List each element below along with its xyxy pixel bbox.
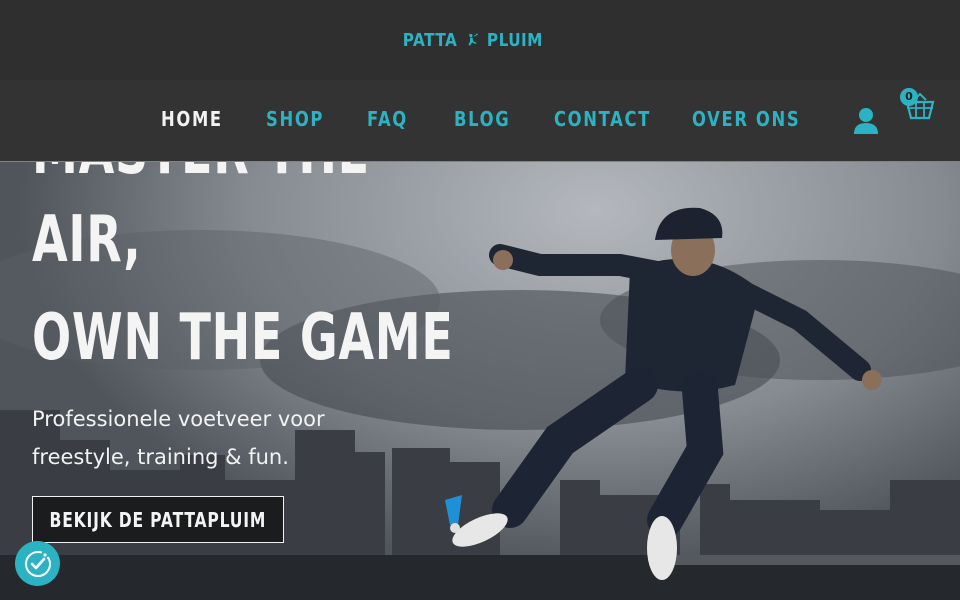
cta-button-label: BEKIJK DE PATTAPLUIM bbox=[49, 507, 267, 532]
nav-item-home[interactable]: HOME bbox=[161, 104, 223, 134]
logo-text-left: PATTA bbox=[402, 29, 458, 51]
hero-headline-line-3: OWN THE GAME bbox=[32, 301, 454, 375]
cta-button[interactable]: BEKIJK DE PATTAPLUIM bbox=[32, 496, 284, 543]
site-logo[interactable]: PATTA PLUIM bbox=[398, 18, 548, 62]
main-navigation: HOME SHOP FAQ BLOG CONTACT OVER ONS bbox=[0, 80, 960, 160]
player-kick-logo-icon bbox=[468, 33, 478, 46]
user-icon[interactable] bbox=[852, 106, 880, 136]
cart-count-badge: 0 bbox=[900, 88, 918, 106]
logo-text-right: PLUIM bbox=[487, 29, 544, 51]
hero-subtitle: Professionele voetveer voor freestyle, t… bbox=[32, 407, 325, 469]
nav-item-contact[interactable]: CONTACT bbox=[554, 104, 651, 134]
nav-item-faq[interactable]: FAQ bbox=[367, 104, 408, 134]
logo-bar: PATTA PLUIM bbox=[0, 0, 960, 80]
cookie-consent-icon bbox=[24, 550, 51, 577]
nav-item-over-ons[interactable]: OVER ONS bbox=[692, 104, 800, 134]
site-header: PATTA PLUIM HOME SHOP FAQ BLOG CONTACT O… bbox=[0, 0, 960, 162]
cookie-consent-button[interactable] bbox=[15, 541, 60, 586]
nav-item-shop[interactable]: SHOP bbox=[266, 104, 324, 134]
nav-item-blog[interactable]: BLOG bbox=[454, 104, 510, 134]
hero-headline-line-2: AIR, bbox=[32, 203, 142, 277]
